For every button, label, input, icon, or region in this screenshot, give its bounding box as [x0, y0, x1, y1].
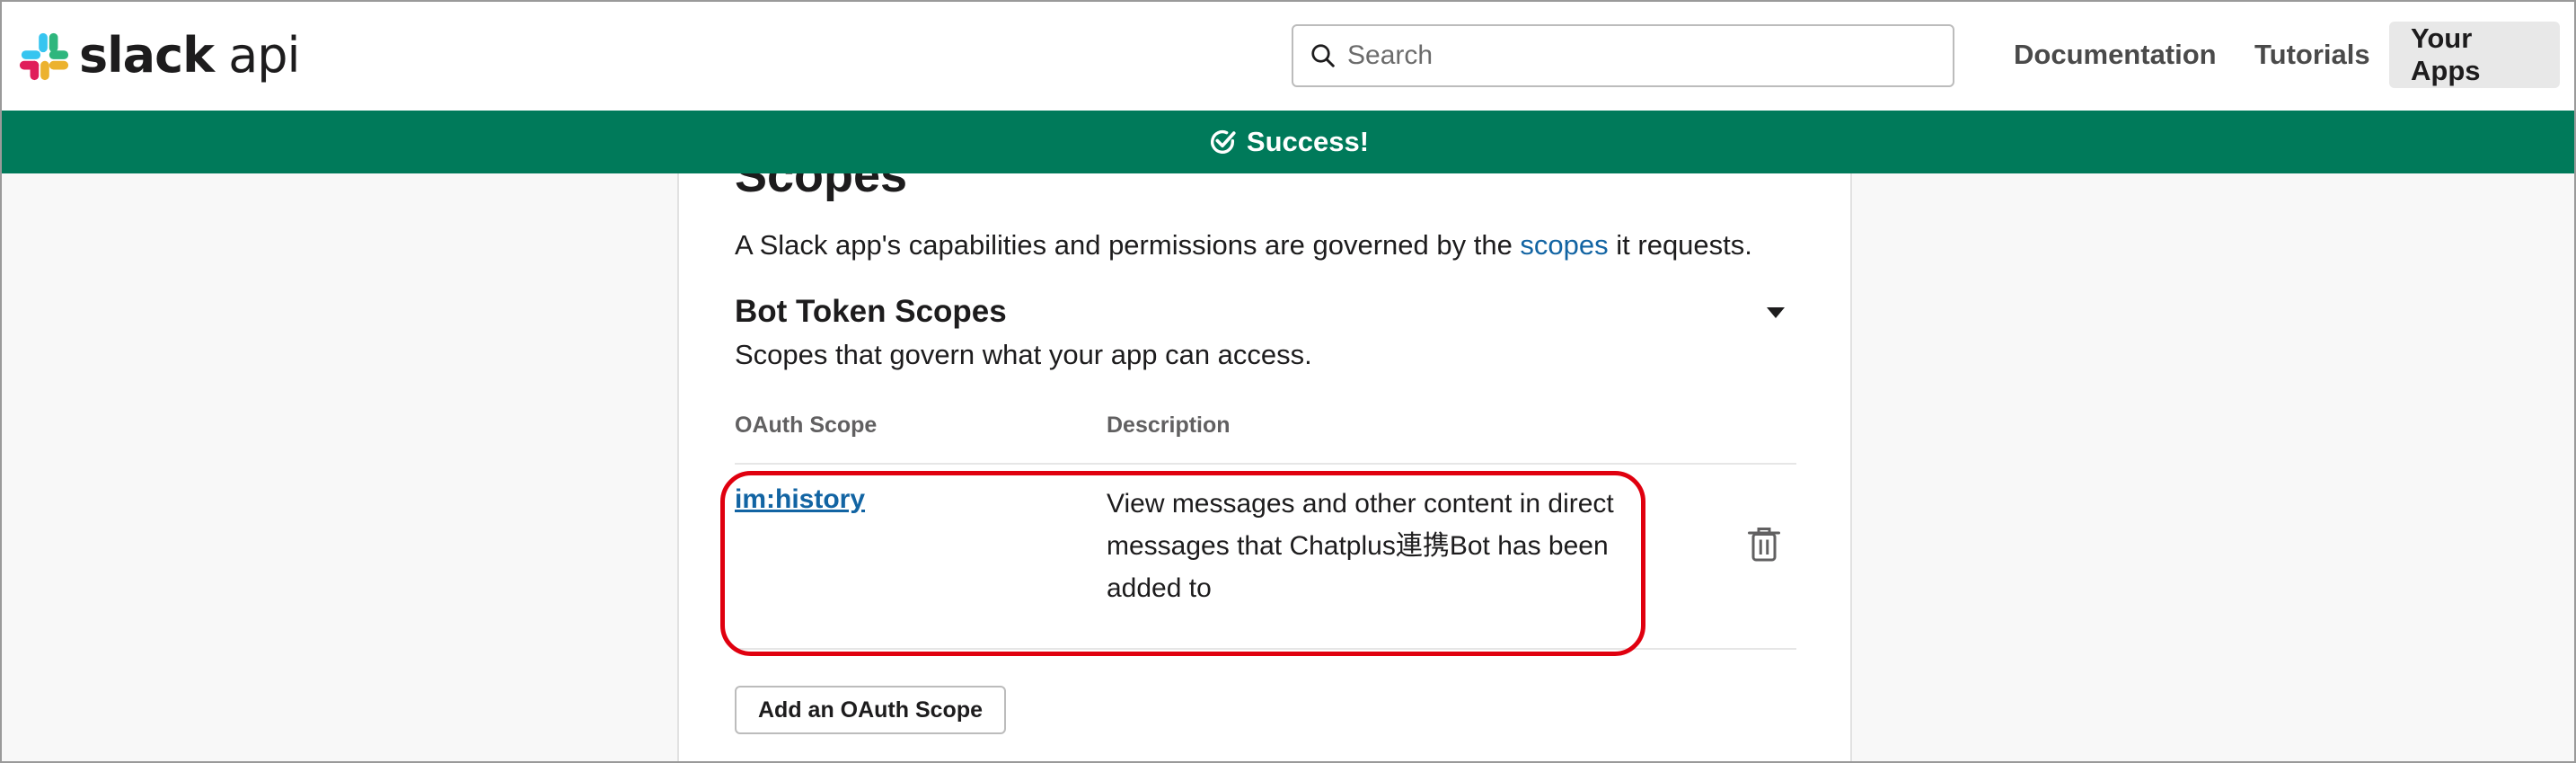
collapse-caret-icon[interactable]	[1766, 306, 1786, 319]
logo-suffix: api	[228, 27, 300, 84]
slack-logo-icon	[19, 32, 69, 81]
nav-tutorials[interactable]: Tutorials	[2233, 22, 2392, 88]
top-header: slack api Documentation Tutorials Your A…	[2, 2, 2574, 111]
nav-your-apps[interactable]: Your Apps	[2389, 22, 2560, 88]
check-circle-icon	[1210, 129, 1236, 154]
search-box[interactable]	[1292, 24, 1954, 87]
intro-text-end: it requests.	[1608, 229, 1752, 261]
search-icon	[1311, 44, 1335, 67]
annotation-highlight-box	[720, 471, 1645, 656]
logo-brand: slack	[79, 27, 215, 84]
banner-text: Success!	[1246, 126, 1370, 157]
scopes-card: Scopes A Slack app's capabilities and pe…	[677, 173, 1852, 761]
section-title: Scopes	[735, 173, 908, 202]
bot-token-scopes-title: Bot Token Scopes	[735, 294, 1007, 329]
logo-text: slack api	[79, 27, 301, 84]
search-input[interactable]	[1345, 40, 1924, 72]
slack-api-logo[interactable]: slack api	[18, 27, 301, 84]
add-oauth-scope-button[interactable]: Add an OAuth Scope	[735, 686, 1006, 734]
scopes-link[interactable]: scopes	[1520, 229, 1608, 261]
scopes-intro: A Slack app's capabilities and permissio…	[735, 227, 1752, 263]
trash-icon[interactable]	[1748, 526, 1780, 562]
column-header-oauth-scope: OAuth Scope	[735, 413, 878, 438]
nav-documentation[interactable]: Documentation	[1992, 22, 2238, 88]
bot-token-scopes-description: Scopes that govern what your app can acc…	[735, 339, 1312, 370]
column-header-description: Description	[1107, 413, 1231, 438]
intro-text-start: A Slack app's capabilities and permissio…	[735, 229, 1521, 261]
success-banner: Success!	[2, 111, 2574, 173]
